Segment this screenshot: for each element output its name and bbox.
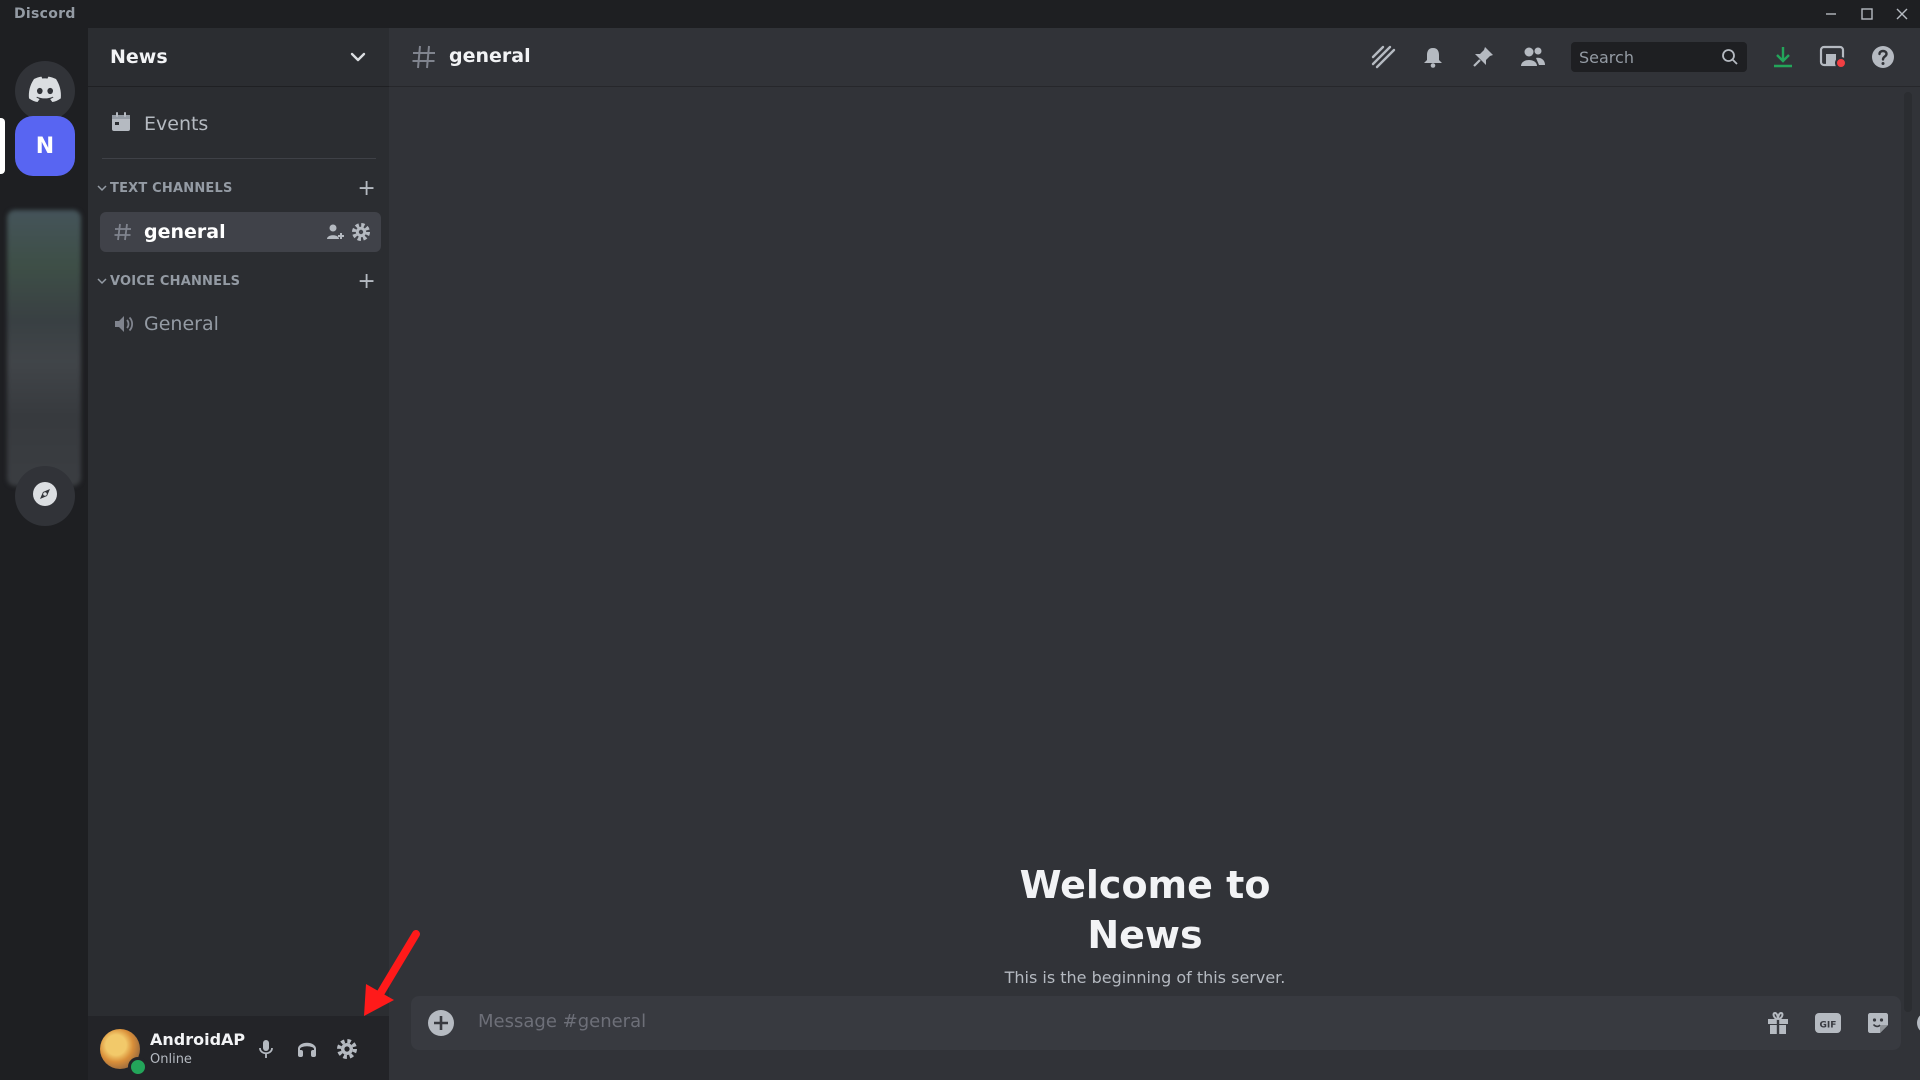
- channel-name: general: [144, 221, 226, 243]
- user-panel: AndroidAP Online: [88, 1016, 389, 1080]
- create-invite-icon[interactable]: [325, 222, 345, 247]
- server-header[interactable]: News: [88, 28, 389, 87]
- channel-name: General: [144, 313, 219, 335]
- speaker-icon: [110, 313, 136, 335]
- gear-icon[interactable]: [351, 222, 371, 247]
- server-initial: N: [35, 133, 55, 159]
- chat-area: general Search Welcome to News This is t…: [389, 28, 1920, 1080]
- download-icon[interactable]: [1769, 43, 1797, 71]
- selected-server-indicator: [0, 118, 5, 174]
- maximize-icon[interactable]: [1850, 2, 1884, 26]
- calendar-icon: [110, 111, 134, 138]
- explore-servers-button[interactable]: [15, 466, 75, 526]
- compass-icon: [31, 480, 59, 512]
- online-status-icon: [128, 1057, 148, 1077]
- channel-header: general Search: [389, 28, 1920, 87]
- welcome-message: Welcome to News This is the beginning of…: [389, 860, 1901, 987]
- user-settings-gear-icon[interactable]: [334, 1036, 360, 1062]
- title-bar: Discord: [0, 0, 1920, 28]
- welcome-title: Welcome to News: [1019, 863, 1271, 957]
- events-label: Events: [144, 113, 209, 135]
- welcome-subtitle: This is the beginning of this server.: [1004, 968, 1286, 987]
- home-button[interactable]: [15, 61, 75, 121]
- scrollbar[interactable]: [1904, 92, 1912, 1012]
- annotation-arrow: [364, 930, 420, 1016]
- discord-logo-icon: [28, 76, 62, 106]
- emoji-icon[interactable]: [1914, 1009, 1920, 1037]
- minimize-icon[interactable]: [1814, 2, 1848, 26]
- channel-general-voice[interactable]: General: [100, 304, 381, 344]
- channel-sidebar: News Events TEXT CHANNELS + general VOIC…: [88, 28, 389, 1080]
- server-name: News: [110, 46, 168, 68]
- user-status: Online: [150, 1052, 192, 1067]
- chevron-down-icon: [97, 185, 107, 192]
- headphones-icon[interactable]: [294, 1036, 320, 1062]
- microphone-icon[interactable]: [253, 1036, 279, 1062]
- hash-icon: [411, 44, 437, 74]
- search-placeholder: Search: [1579, 48, 1634, 67]
- blurred-server-icons[interactable]: [7, 210, 81, 486]
- message-input[interactable]: Message #general: [478, 1011, 646, 1032]
- category-label: VOICE CHANNELS: [110, 273, 241, 289]
- server-news[interactable]: N: [15, 116, 75, 176]
- add-channel-icon[interactable]: +: [357, 176, 376, 201]
- category-label: TEXT CHANNELS: [110, 180, 233, 196]
- hash-icon: [110, 222, 136, 242]
- sidebar-divider: [102, 158, 376, 159]
- chevron-down-icon: [97, 278, 107, 285]
- threads-icon[interactable]: [1369, 43, 1397, 71]
- svg-text:GIF: GIF: [1820, 1021, 1837, 1031]
- gift-icon[interactable]: [1764, 1009, 1792, 1037]
- search-input[interactable]: Search: [1571, 42, 1747, 72]
- help-icon[interactable]: [1869, 43, 1897, 71]
- search-icon: [1721, 48, 1739, 70]
- members-icon[interactable]: [1519, 43, 1547, 71]
- server-list: N: [0, 28, 88, 1080]
- chevron-down-icon: [349, 48, 367, 70]
- add-channel-icon[interactable]: +: [357, 269, 376, 294]
- inbox-icon[interactable]: [1819, 43, 1847, 71]
- sticker-icon[interactable]: [1864, 1009, 1892, 1037]
- username: AndroidAP: [150, 1030, 246, 1049]
- add-attachment-icon[interactable]: [427, 1009, 455, 1041]
- pin-icon[interactable]: [1469, 43, 1497, 71]
- close-icon[interactable]: [1885, 2, 1919, 26]
- category-voice-channels[interactable]: VOICE CHANNELS +: [96, 269, 380, 294]
- app-title: Discord: [14, 6, 76, 22]
- channel-title: general: [449, 45, 531, 67]
- channel-general[interactable]: general: [100, 212, 381, 252]
- bell-icon[interactable]: [1419, 43, 1447, 71]
- category-text-channels[interactable]: TEXT CHANNELS +: [96, 176, 380, 201]
- message-composer[interactable]: Message #general GIF: [411, 996, 1920, 1050]
- gif-icon[interactable]: GIF: [1814, 1009, 1842, 1037]
- events-item[interactable]: Events: [98, 104, 380, 144]
